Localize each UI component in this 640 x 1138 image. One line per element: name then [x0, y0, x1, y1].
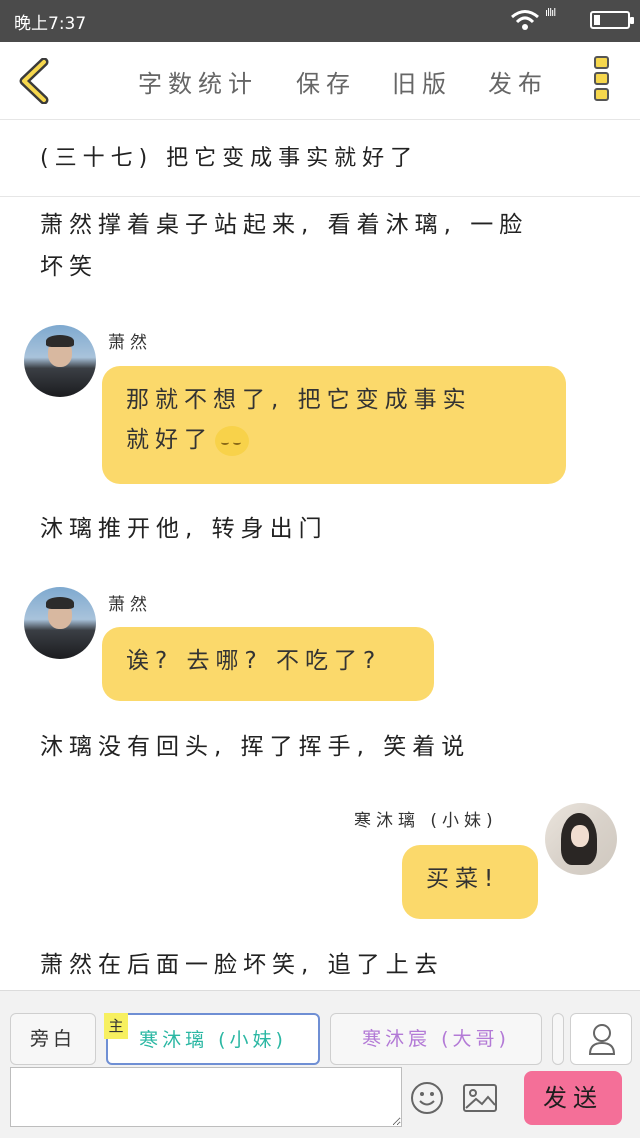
status-bar: 晚上7:37 ıllıl: [0, 0, 640, 42]
shy-smile-emoji-icon: [215, 425, 249, 456]
user-icon: [588, 1024, 616, 1055]
save-button[interactable]: 保存: [296, 64, 356, 99]
role-overflow-button[interactable]: [552, 1013, 564, 1065]
narration-text[interactable]: 沐璃推开他, 转身出门: [40, 508, 328, 550]
avatar[interactable]: [24, 587, 96, 659]
avatar[interactable]: [545, 803, 617, 875]
signal-icon: ıllıl: [545, 6, 556, 19]
speaker-name: 萧然: [108, 333, 152, 353]
narration-text[interactable]: 沐璃没有回头, 挥了挥手, 笑着说: [40, 726, 470, 768]
divider: [0, 196, 640, 197]
chat-bubble[interactable]: 那就不想了, 把它变成事实 就好了: [102, 366, 566, 484]
speaker-name: 萧然: [108, 595, 152, 615]
add-role-button[interactable]: [570, 1013, 632, 1065]
chat-bubble[interactable]: 诶? 去哪? 不吃了?: [102, 627, 434, 701]
send-button[interactable]: 发送: [524, 1071, 622, 1125]
emoji-icon[interactable]: [410, 1081, 444, 1115]
wifi-icon: [510, 8, 540, 36]
word-count-button[interactable]: 字数统计: [138, 64, 258, 99]
role-muchen-button[interactable]: 寒沐宸 (大哥): [330, 1013, 542, 1065]
narration-text[interactable]: 萧然在后面一脸坏笑, 追了上去: [40, 944, 444, 986]
speaker-name: 寒沐璃 (小妹): [354, 811, 498, 831]
role-muli-button[interactable]: 寒沐璃 (小妹): [106, 1013, 320, 1065]
message-input[interactable]: [10, 1067, 402, 1127]
role-narration-button[interactable]: 旁白: [10, 1013, 96, 1065]
chat-bubble[interactable]: 买菜!: [402, 845, 538, 919]
back-arrow-icon[interactable]: [14, 57, 54, 105]
more-menu-icon[interactable]: [594, 56, 612, 106]
editor-toolbar: 字数统计 保存 旧版 发布: [0, 42, 640, 120]
publish-button[interactable]: 发布: [488, 64, 548, 99]
narration-text[interactable]: 萧然撑着桌子站起来, 看着沐璃, 一脸 坏笑: [40, 204, 528, 288]
battery-icon: [590, 11, 634, 29]
compose-panel: 旁白 寒沐璃 (小妹) 主 寒沐宸 (大哥) 发送: [0, 990, 640, 1138]
old-version-button[interactable]: 旧版: [392, 64, 452, 99]
avatar[interactable]: [24, 325, 96, 397]
status-time: 晚上7:37: [14, 14, 87, 34]
main-role-badge: 主: [104, 1013, 128, 1039]
image-icon[interactable]: [462, 1083, 498, 1113]
chapter-title[interactable]: (三十七) 把它变成事实就好了: [40, 140, 418, 172]
